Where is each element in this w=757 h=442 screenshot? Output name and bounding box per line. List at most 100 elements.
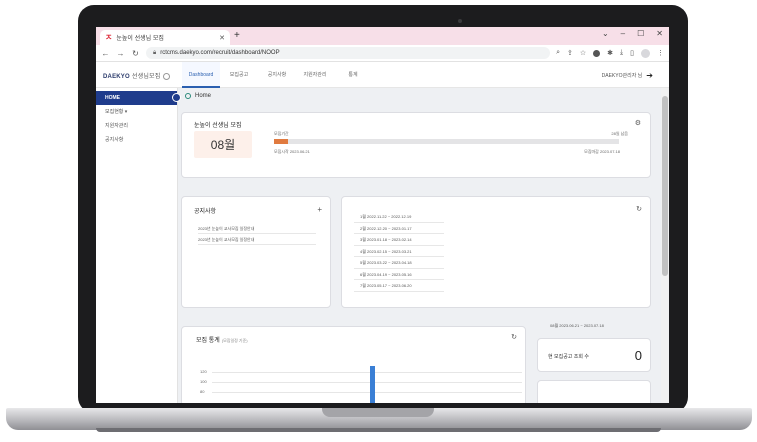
sidebar-item-status[interactable]: 모집현황 ▾ xyxy=(96,105,177,119)
main-content: Home 눈높이 선생님 모집 ⚙ 08월 모집기간 28일 남음 모집시작 2… xyxy=(178,88,661,403)
back-icon[interactable]: ← xyxy=(101,49,110,58)
recruit-title: 눈높이 선생님 모집 xyxy=(194,123,242,129)
recruit-card: 눈높이 선생님 모집 ⚙ 08월 모집기간 28일 남음 모집시작 2023.0… xyxy=(181,112,651,178)
gridline xyxy=(212,372,522,373)
forward-icon[interactable]: → xyxy=(116,49,125,58)
top-nav: Dashboard 모집공고 공지사항 지원자관리 통계 xyxy=(182,62,372,88)
app-header: DAEKYO 선생님모집 Dashboard 모집공고 공지사항 지원자관리 통계… xyxy=(96,62,669,88)
logo[interactable]: DAEKYO 선생님모집 xyxy=(103,71,171,80)
summary-card xyxy=(537,380,651,403)
end-date: 모집마감 2023.07.18 xyxy=(584,149,620,154)
breadcrumb: Home xyxy=(185,93,211,99)
views-card: 현 모집공고 조회 수 0 xyxy=(537,338,651,372)
sidebar-item-label: HOME xyxy=(105,95,120,101)
remaining-days: 28일 남음 xyxy=(611,131,628,136)
gear-icon[interactable]: ⚙ xyxy=(635,119,641,127)
home-icon xyxy=(185,93,191,99)
list-item[interactable]: 2023년 눈높이 교사모집 일정안내 xyxy=(198,223,316,234)
start-date: 모집시작 2023.06.21 xyxy=(274,149,310,154)
stats-title-text: 모집 통계 xyxy=(196,338,220,344)
lock-icon: 🔒︎ xyxy=(153,49,157,56)
list-item: 2월 2022.12.20 ~ 2023.01.17 xyxy=(354,223,444,234)
stats-title: 모집 통계 (모집일정 기준) xyxy=(196,335,248,344)
url-text: rctcms.daekyo.com/recruit/dashboard/NOOP xyxy=(160,50,280,56)
y-tick: 120 xyxy=(200,369,207,374)
browser-tabbar: ㅈ 눈높이 선생님 모집 ✕ + ⌄ – ☐ ✕ xyxy=(96,27,669,45)
month-badge: 08월 xyxy=(194,131,252,158)
list-item: 4월 2023.02.15 ~ 2023.03.21 xyxy=(354,246,444,257)
list-item: 6월 2023.04.19 ~ 2023.05.16 xyxy=(354,269,444,280)
avatar[interactable] xyxy=(641,48,650,58)
close-icon[interactable]: ✕ xyxy=(656,29,663,38)
sidebar-item-home[interactable]: HOME xyxy=(96,91,181,105)
user-info: DAEKYO관리자 님 ➔ xyxy=(602,71,653,80)
scrollbar-thumb[interactable] xyxy=(662,96,668,276)
refresh-icon[interactable]: ↻ xyxy=(636,205,642,213)
close-tab-icon[interactable]: ✕ xyxy=(219,34,225,42)
list-item: 1월 2022.11.22 ~ 2022.12.19 xyxy=(354,211,444,223)
address-bar-row: ← → ↻ 🔒︎ rctcms.daekyo.com/recruit/dashb… xyxy=(96,45,669,62)
nav-item-notice[interactable]: 공지사항 xyxy=(258,62,296,88)
views-value: 0 xyxy=(634,348,642,363)
tab-title: 눈높이 선생님 모집 xyxy=(116,36,164,42)
laptop-foot xyxy=(96,428,661,432)
nav-item-recruit[interactable]: 모집공고 xyxy=(220,62,258,88)
maximize-icon[interactable]: ☐ xyxy=(637,29,644,38)
sidebar-item-notice[interactable]: 공지사항 xyxy=(96,133,177,147)
logo-sub: 선생님모집 xyxy=(131,74,161,80)
favicon-icon: ㅈ xyxy=(105,33,113,42)
refresh-icon[interactable]: ↻ xyxy=(511,333,517,341)
scrollbar[interactable] xyxy=(661,88,669,403)
laptop-notch xyxy=(322,408,434,417)
search-icon[interactable]: ⌕ xyxy=(556,49,560,57)
screen: ㅈ 눈높이 선생님 모집 ✕ + ⌄ – ☐ ✕ ← → ↻ 🔒︎ rctcms… xyxy=(96,27,669,403)
new-tab-button[interactable]: + xyxy=(234,30,240,41)
stats-condition: (모집일정 기준) xyxy=(221,338,248,343)
star-icon[interactable]: ☆ xyxy=(580,49,586,57)
period-label: 모집기간 xyxy=(274,131,289,136)
notice-title: 공지사항 xyxy=(194,209,217,215)
stats-bar xyxy=(370,366,375,403)
breadcrumb-label: Home xyxy=(195,93,212,99)
sidepanel-icon[interactable]: ▯ xyxy=(630,49,634,57)
sidebar-item-applicants[interactable]: 지원자관리 xyxy=(96,119,177,133)
minimize-icon[interactable]: – xyxy=(621,29,625,38)
notice-list: 2023년 눈높이 교사모집 일정안내 2023년 눈높이 교사모집 일정안내 xyxy=(198,223,316,245)
url-field[interactable]: 🔒︎ rctcms.daekyo.com/recruit/dashboard/N… xyxy=(146,47,551,59)
nav-item-dashboard[interactable]: Dashboard xyxy=(182,62,220,88)
puzzle-icon[interactable]: ✱ xyxy=(607,49,613,57)
list-item: 3월 2023.01.18 ~ 2023.02.14 xyxy=(354,234,444,246)
nav-item-applicants[interactable]: 지원자관리 xyxy=(296,62,334,88)
user-name: DAEKYO관리자 님 xyxy=(601,73,643,79)
menu-icon[interactable]: ⋮ xyxy=(657,49,664,57)
camera xyxy=(458,19,462,23)
summary-period: 08월 2023.06.21 ~ 2023.07.18 xyxy=(550,323,604,328)
chevron-down-icon[interactable]: ⌄ xyxy=(602,29,609,38)
progress-fill xyxy=(274,139,288,144)
extensions: ⌕ ⇪ ☆ ✱ ⤓ ▯ ⋮ xyxy=(556,48,664,58)
list-item: 7월 2023.05.17 ~ 2023.06.20 xyxy=(354,280,444,292)
logo-text: DAEKYO xyxy=(103,74,130,80)
extension-icon[interactable] xyxy=(593,49,601,57)
add-icon[interactable]: + xyxy=(317,205,322,214)
schedule-card: ↻ 1월 2022.11.22 ~ 2022.12.19 2월 2022.12.… xyxy=(341,196,651,308)
share-icon[interactable]: ⇪ xyxy=(567,49,573,57)
download-icon[interactable]: ⤓ xyxy=(620,49,623,57)
logo-circle-icon xyxy=(163,72,171,80)
stats-card: 모집 통계 (모집일정 기준) ↻ 120 100 80 xyxy=(181,326,526,403)
gridline xyxy=(212,382,522,383)
browser-tab[interactable]: ㅈ 눈높이 선생님 모집 ✕ xyxy=(100,30,230,45)
list-item: 5월 2023.03.22 ~ 2023.04.18 xyxy=(354,257,444,269)
notice-card: 공지사항 + 2023년 눈높이 교사모집 일정안내 2023년 눈높이 교사모… xyxy=(181,196,331,308)
y-tick: 100 xyxy=(200,379,207,384)
progress-track xyxy=(274,139,619,144)
list-item[interactable]: 2023년 눈높이 교사모집 일정안내 xyxy=(198,234,316,245)
laptop-mockup: ㅈ 눈높이 선생님 모집 ✕ + ⌄ – ☐ ✕ ← → ↻ 🔒︎ rctcms… xyxy=(0,0,757,442)
gridline xyxy=(212,392,522,393)
logout-icon[interactable]: ➔ xyxy=(646,71,653,80)
nav-item-stats[interactable]: 통계 xyxy=(334,62,372,88)
reload-icon[interactable]: ↻ xyxy=(131,49,140,58)
schedule-list: 1월 2022.11.22 ~ 2022.12.19 2월 2022.12.20… xyxy=(354,211,444,292)
views-label: 현 모집공고 조회 수 xyxy=(548,354,589,360)
window-controls: ⌄ – ☐ ✕ xyxy=(602,29,663,38)
